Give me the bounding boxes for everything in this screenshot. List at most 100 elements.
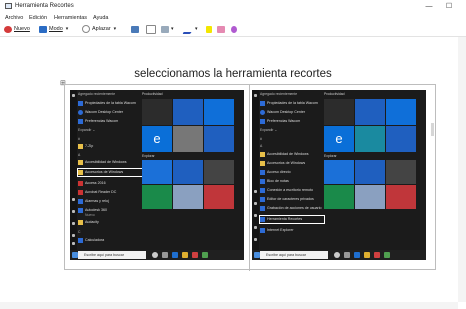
send-icon <box>161 25 169 33</box>
edit-tile[interactable] <box>204 126 234 152</box>
chevron-down-icon: ▾ <box>113 26 117 32</box>
news-tile[interactable] <box>386 160 416 184</box>
entertainment-tile[interactable] <box>324 185 354 209</box>
pinterest-tile[interactable] <box>204 185 234 209</box>
horizontal-scrollbar[interactable] <box>0 302 458 309</box>
clock-icon <box>82 25 90 33</box>
list-item[interactable]: Access 2016 <box>78 180 140 187</box>
edge-taskbar-icon[interactable] <box>172 252 178 258</box>
apps-tile[interactable] <box>173 99 203 125</box>
copy-icon <box>146 24 156 34</box>
list-item[interactable]: Conexión a escritorio remoto <box>260 187 322 194</box>
scissors-icon <box>4 25 12 33</box>
expand-link[interactable]: Expandir ⌄ <box>260 128 277 133</box>
menu-edicion[interactable]: Edición <box>29 14 47 22</box>
edge-taskbar-icon[interactable] <box>354 252 360 258</box>
save-button[interactable] <box>131 24 141 34</box>
list-item[interactable]: Audacity <box>78 219 140 226</box>
eraser-button[interactable] <box>217 24 227 34</box>
list-item[interactable]: Alarmas y reloj <box>78 198 140 205</box>
cortana-icon[interactable] <box>152 252 158 258</box>
list-item[interactable]: Propiedades de la tabla Wacom <box>78 100 140 107</box>
list-item[interactable]: Wacom Desktop Center <box>260 109 322 116</box>
paint3d-button[interactable] <box>231 24 239 34</box>
section-header: # <box>78 137 80 141</box>
office-tile[interactable] <box>142 99 172 125</box>
copy-button[interactable] <box>146 24 158 34</box>
section-header: # <box>260 137 262 141</box>
list-item[interactable]: Accesorios de Windows <box>260 160 322 167</box>
chevron-down-icon: ▾ <box>195 26 198 32</box>
minimize-button[interactable]: — <box>420 1 438 12</box>
photo-tile[interactable] <box>173 126 203 152</box>
pinterest-tile[interactable] <box>386 185 416 209</box>
snip-tile[interactable] <box>355 126 385 152</box>
mode-button[interactable]: Modo ▾ <box>39 24 68 34</box>
send-button[interactable]: ▾ <box>161 24 174 34</box>
pen-button[interactable]: ▾ <box>182 24 198 34</box>
list-item[interactable]: Preferencias Wacom <box>260 118 322 125</box>
list-item[interactable]: Acrobat Reader DC <box>78 189 140 196</box>
task-view-icon[interactable] <box>344 252 350 258</box>
app-tile[interactable] <box>173 185 203 209</box>
edge-tile[interactable]: e <box>142 126 172 152</box>
store-tile[interactable] <box>142 160 172 184</box>
list-item[interactable]: Accesibilidad de Windows <box>260 151 322 158</box>
taskbar: Escribe aquí para buscar <box>252 250 426 260</box>
list-item[interactable]: Accesibilidad de Windows <box>78 159 140 166</box>
explorer-taskbar-icon[interactable] <box>364 252 370 258</box>
weather-tile[interactable] <box>355 160 385 184</box>
document-scroll-marker <box>431 123 434 136</box>
app-list: Agregado recientemente Propiedades de la… <box>260 92 322 250</box>
edge-tile[interactable]: e <box>324 126 354 152</box>
entertainment-tile[interactable] <box>142 185 172 209</box>
maximize-button[interactable]: ☐ <box>440 1 458 12</box>
taskbar-search-input[interactable]: Escribe aquí para buscar <box>260 251 328 259</box>
list-item[interactable]: Propiedades de la tabla Wacom <box>260 100 322 107</box>
store-tile[interactable] <box>324 160 354 184</box>
highlighter-button[interactable] <box>206 24 214 34</box>
app-taskbar-icon[interactable] <box>384 252 390 258</box>
app-taskbar-icon[interactable] <box>202 252 208 258</box>
weather-tile[interactable] <box>173 160 203 184</box>
list-item[interactable]: Acceso directo <box>260 169 322 176</box>
menu-herramientas[interactable]: Herramientas <box>54 14 87 22</box>
mail-tile[interactable] <box>386 99 416 125</box>
task-view-icon[interactable] <box>162 252 168 258</box>
list-item[interactable]: Bloc de notas <box>260 178 322 185</box>
selection-highlight <box>77 168 149 177</box>
taskbar-search-input[interactable]: Escribe aquí para buscar <box>78 251 146 259</box>
edit-tile[interactable] <box>386 126 416 152</box>
explorer-taskbar-icon[interactable] <box>182 252 188 258</box>
cortana-icon[interactable] <box>334 252 340 258</box>
app-taskbar-icon[interactable] <box>192 252 198 258</box>
mode-icon <box>39 25 47 33</box>
expand-link[interactable]: Expandir ⌄ <box>78 128 95 133</box>
news-tile[interactable] <box>204 160 234 184</box>
new-snip-button[interactable]: Nuevo <box>4 24 30 34</box>
menu-ayuda[interactable]: Ayuda <box>93 14 109 22</box>
mail-tile[interactable] <box>204 99 234 125</box>
tile-group-header: Explorar <box>142 154 155 158</box>
delay-button[interactable]: Aplazar ▾ <box>82 24 116 34</box>
vertical-scrollbar[interactable] <box>458 37 466 302</box>
list-item[interactable]: Calculadora <box>78 237 140 244</box>
menu-archivo[interactable]: Archivo <box>5 14 23 22</box>
pen-icon <box>182 24 196 34</box>
list-item[interactable]: Grabación de acciones de usuario <box>260 205 322 212</box>
window-title: Herramienta Recortes <box>15 3 74 9</box>
start-rail <box>70 90 77 250</box>
app-tile[interactable] <box>355 185 385 209</box>
apps-tile[interactable] <box>355 99 385 125</box>
taskbar: Escribe aquí para buscar <box>70 250 244 260</box>
list-item[interactable]: Wacom Desktop Center <box>78 109 140 116</box>
list-item[interactable]: 7-Zip <box>78 143 140 150</box>
list-item[interactable]: Preferencias Wacom <box>78 118 140 125</box>
app-taskbar-icon[interactable] <box>374 252 380 258</box>
new-label: Nuevo <box>14 26 30 32</box>
chevron-down-icon: ▾ <box>65 26 69 32</box>
list-item[interactable]: Editor de caracteres privados <box>260 196 322 203</box>
office-tile[interactable] <box>324 99 354 125</box>
list-item[interactable]: Internet Explorer <box>260 227 322 234</box>
tile-area: Productividad e Explorar <box>142 92 242 250</box>
